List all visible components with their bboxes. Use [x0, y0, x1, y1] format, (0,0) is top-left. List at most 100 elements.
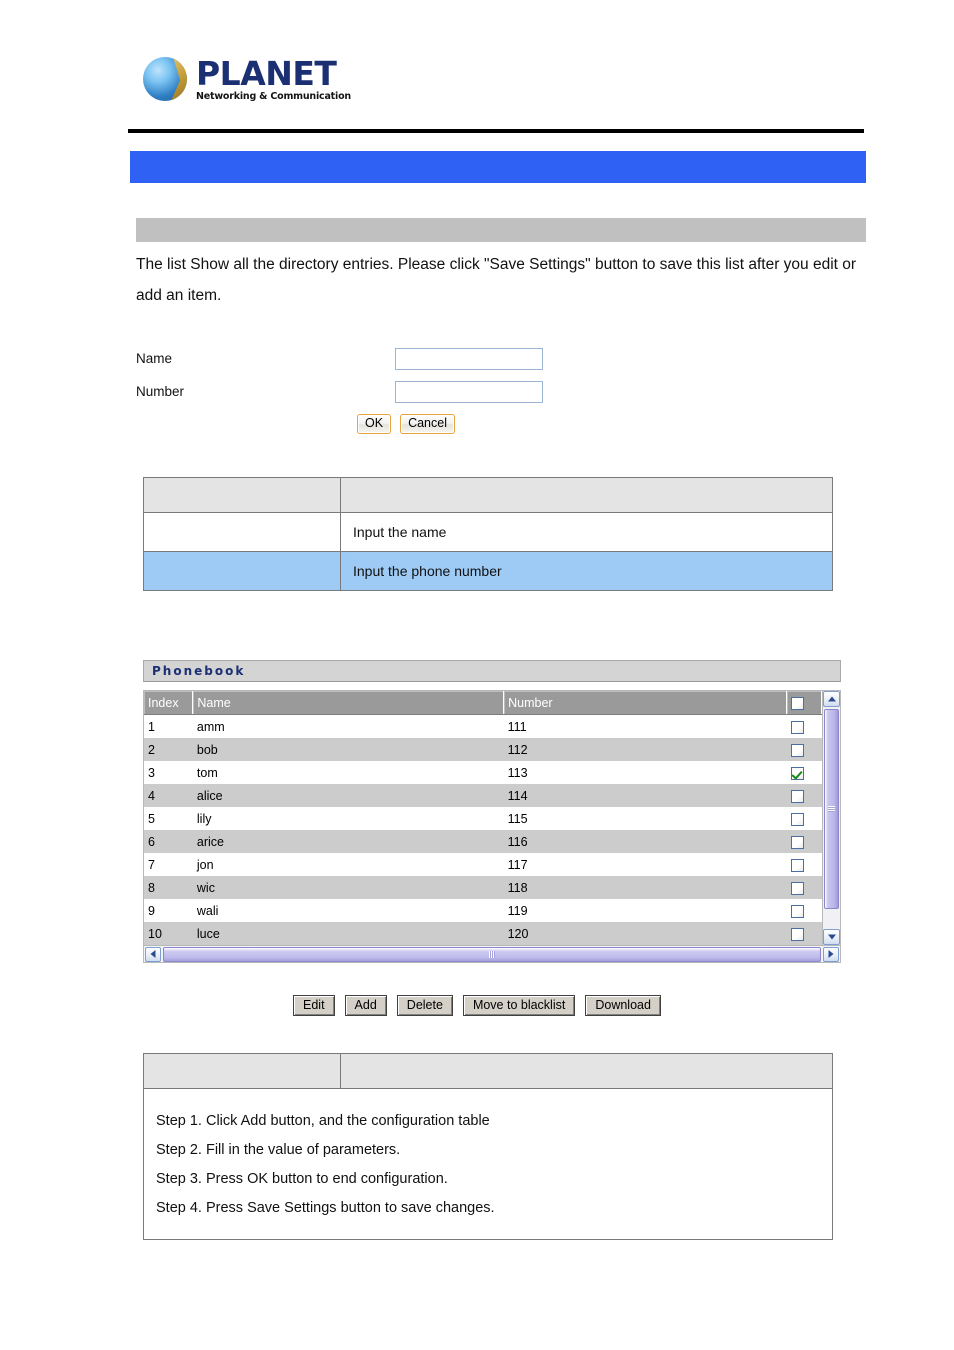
row-checkbox[interactable] [790, 743, 804, 757]
row-checkbox[interactable] [790, 835, 804, 849]
column-header-number[interactable]: Number [503, 691, 788, 715]
step-line: Step 3. Press OK button to end configura… [156, 1171, 448, 1187]
logo-text-block: PLANET Networking & Communication [196, 57, 351, 102]
column-header-name[interactable]: Name [192, 691, 505, 715]
cell-index: 7 [144, 853, 193, 876]
table-row: Input the name [143, 512, 833, 552]
cell-select[interactable] [786, 714, 822, 738]
step-line: Step 2. Fill in the value of parameters. [156, 1142, 401, 1158]
header-cell-description [340, 477, 833, 513]
cell-name: lily [192, 807, 504, 830]
page-title-banner [130, 151, 866, 183]
name-label: Name [136, 351, 173, 366]
cell-number: 118 [503, 876, 787, 899]
table-row: Step 1. Click Add button, and the config… [143, 1088, 833, 1240]
param-desc-cell: Input the phone number [340, 551, 833, 591]
table-row[interactable]: 8 wic 118 [144, 876, 822, 899]
phonebook-action-buttons: Edit Add Delete Move to blacklist Download [293, 995, 661, 1016]
cell-name: wic [192, 876, 504, 899]
delete-button[interactable]: Delete [396, 995, 453, 1016]
row-checkbox[interactable] [790, 904, 804, 918]
table-header-row [143, 1053, 833, 1089]
vertical-scroll-thumb[interactable] [824, 709, 839, 909]
cell-name: luce [192, 922, 504, 945]
form-row-number: Number [136, 381, 556, 414]
row-checkbox[interactable] [790, 927, 804, 941]
scroll-left-icon[interactable] [145, 946, 161, 962]
cell-select[interactable] [786, 807, 822, 830]
cell-number: 111 [503, 714, 787, 738]
phonebook-body: 1 amm 111 2 bob 112 3 tom 113 4 alice 114 5 lily 115 6 a… [144, 714, 822, 945]
edit-button[interactable]: Edit [293, 995, 335, 1016]
phonebook-widget: Phonebook Index Name Number 1 amm 111 2 … [143, 660, 841, 963]
column-header-select[interactable] [786, 691, 822, 715]
planet-logo: PLANET Networking & Communication [143, 57, 351, 102]
brand-tagline: Networking & Communication [196, 91, 351, 102]
select-all-checkbox[interactable] [791, 696, 805, 710]
cell-number: 119 [503, 899, 787, 922]
scroll-right-icon[interactable] [823, 946, 839, 962]
form-button-row: OK Cancel [357, 414, 455, 434]
section-heading-bar [136, 218, 866, 242]
table-row[interactable]: 3 tom 113 [144, 761, 822, 784]
cell-select[interactable] [786, 853, 822, 876]
scroll-down-icon[interactable] [823, 929, 840, 945]
steps-header-cell-1 [143, 1053, 341, 1089]
cell-index: 2 [144, 738, 193, 761]
cell-select[interactable] [786, 922, 822, 945]
table-row[interactable]: 7 jon 117 [144, 853, 822, 876]
table-row[interactable]: 6 arice 116 [144, 830, 822, 853]
cancel-button[interactable]: Cancel [400, 414, 455, 434]
phonebook-table: Index Name Number 1 amm 111 2 bob 112 3 tom 113 4… [144, 691, 822, 945]
cell-select[interactable] [786, 738, 822, 761]
cell-index: 4 [144, 784, 193, 807]
header-cell-parameter [143, 477, 341, 513]
row-checkbox[interactable] [790, 789, 804, 803]
scroll-up-icon[interactable] [823, 691, 840, 707]
number-input[interactable] [395, 381, 543, 403]
document-page: PLANET Networking & Communication The li… [0, 0, 954, 1350]
table-row[interactable]: 9 wali 119 [144, 899, 822, 922]
param-name-cell [143, 551, 341, 591]
row-checkbox[interactable] [790, 881, 804, 895]
table-row[interactable]: 1 amm 111 [144, 714, 822, 738]
cell-number: 117 [503, 853, 787, 876]
horizontal-scroll-thumb[interactable] [163, 946, 821, 962]
table-row[interactable]: 10 luce 120 [144, 922, 822, 945]
cell-name: arice [192, 830, 504, 853]
row-checkbox[interactable] [790, 766, 804, 780]
cell-name: wali [192, 899, 504, 922]
cell-index: 1 [144, 714, 193, 738]
table-row[interactable]: 2 bob 112 [144, 738, 822, 761]
download-button[interactable]: Download [585, 995, 661, 1016]
row-checkbox[interactable] [790, 720, 804, 734]
ok-button[interactable]: OK [357, 414, 392, 434]
move-to-blacklist-button[interactable]: Move to blacklist [462, 995, 576, 1016]
column-header-index[interactable]: Index [144, 691, 194, 715]
parameter-description-table: Input the name Input the phone number [143, 477, 833, 591]
table-row[interactable]: 5 lily 115 [144, 807, 822, 830]
add-button[interactable]: Add [344, 995, 387, 1016]
cell-name: alice [192, 784, 504, 807]
param-desc-cell: Input the name [340, 512, 833, 552]
row-checkbox[interactable] [790, 812, 804, 826]
horizontal-scrollbar[interactable] [143, 946, 841, 963]
cell-select[interactable] [786, 830, 822, 853]
cell-name: tom [192, 761, 504, 784]
name-input[interactable] [395, 348, 543, 370]
cell-select[interactable] [786, 784, 822, 807]
row-checkbox[interactable] [790, 858, 804, 872]
vertical-scrollbar[interactable] [822, 691, 840, 945]
intro-paragraph: The list Show all the directory entries.… [136, 256, 857, 304]
cell-number: 112 [503, 738, 787, 761]
number-label: Number [136, 384, 185, 399]
cell-select[interactable] [786, 876, 822, 899]
table-row[interactable]: 4 alice 114 [144, 784, 822, 807]
cell-select[interactable] [786, 761, 822, 784]
form-row-name: Name [136, 348, 556, 381]
cell-index: 10 [144, 922, 193, 945]
cell-index: 6 [144, 830, 193, 853]
cell-select[interactable] [786, 899, 822, 922]
header-divider [128, 129, 864, 133]
table-header-row [143, 477, 833, 513]
